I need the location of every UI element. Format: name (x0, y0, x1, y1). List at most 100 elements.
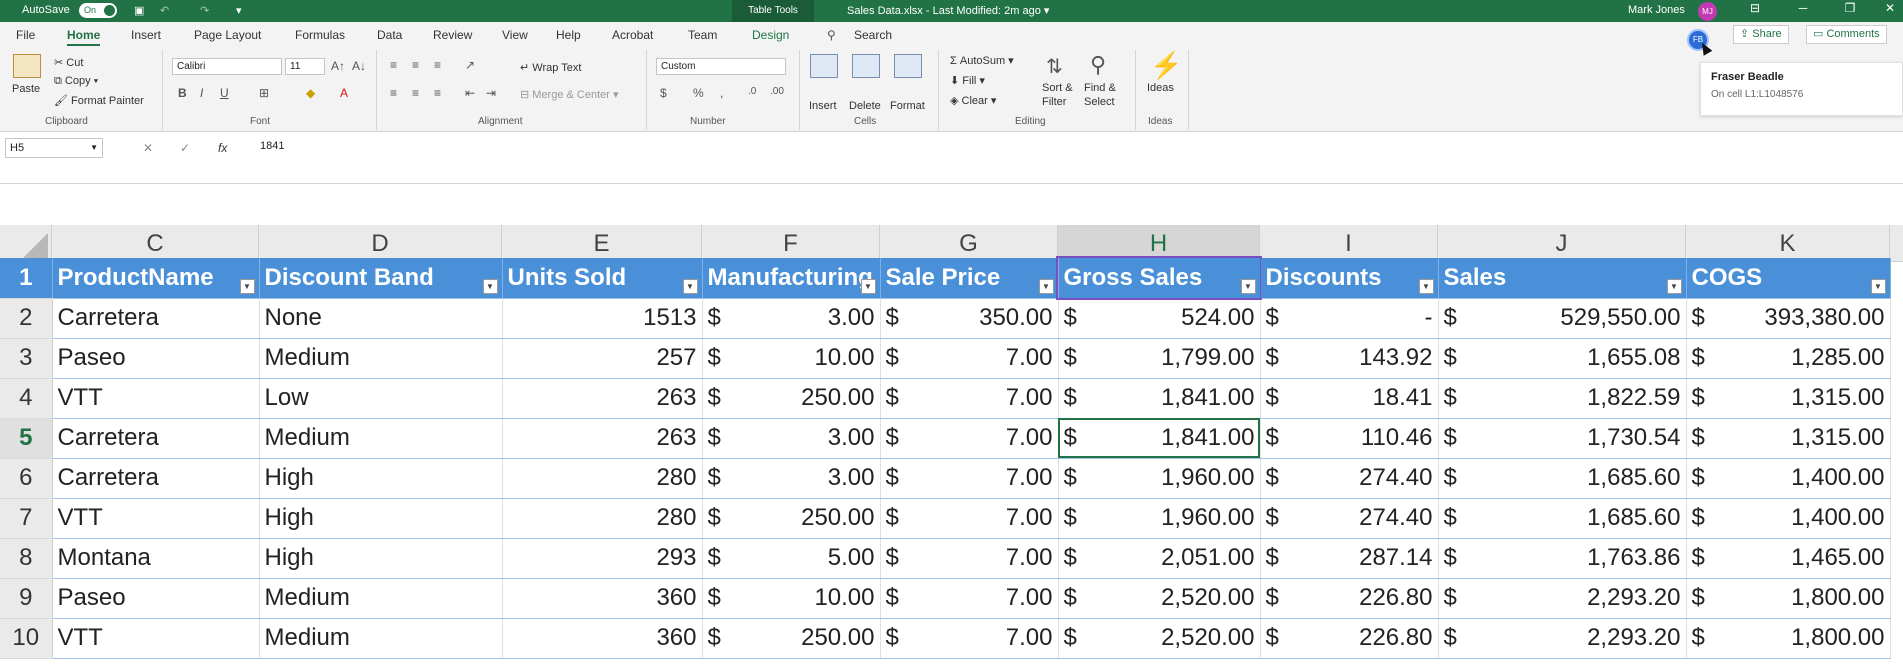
header-cell[interactable]: Manufacturing ▼ (702, 258, 881, 299)
enter-icon[interactable]: ✓ (180, 141, 190, 155)
wrap-text-button[interactable]: ↵ Wrap Text (520, 61, 581, 74)
table-cell[interactable]: $ - (1260, 298, 1439, 339)
row-number[interactable]: 2 (0, 298, 53, 339)
table-cell[interactable]: $3.00 (702, 418, 881, 459)
row-number[interactable]: 9 (0, 578, 53, 619)
minimize-icon[interactable]: ─ (1788, 1, 1818, 15)
table-cell[interactable]: $1,400.00 (1686, 458, 1891, 499)
header-cell[interactable]: Discounts ▼ (1260, 258, 1439, 299)
table-cell[interactable]: Paseo (52, 338, 260, 379)
column-header-h[interactable]: H (1058, 225, 1260, 262)
search-icon[interactable]: ⚲ (827, 28, 836, 42)
increase-indent-icon[interactable]: ⇥ (486, 86, 496, 100)
select-all-button[interactable] (0, 225, 52, 262)
autosum-button[interactable]: Σ AutoSum ▾ (950, 54, 1014, 67)
decrease-decimal-icon[interactable]: .00 (770, 86, 784, 97)
file-title[interactable]: Sales Data.xlsx - Last Modified: 2m ago … (847, 4, 1049, 17)
table-cell[interactable]: $287.14 (1260, 538, 1439, 579)
tab-data[interactable]: Data (377, 28, 402, 42)
number-format-dropdown[interactable]: Custom (656, 58, 786, 75)
table-cell[interactable]: $1,465.00 (1686, 538, 1891, 579)
format-cells-icon[interactable] (894, 54, 922, 78)
user-name[interactable]: Mark Jones (1628, 4, 1685, 16)
tab-help[interactable]: Help (556, 28, 581, 42)
table-cell[interactable]: $1,655.08 (1438, 338, 1687, 379)
header-cell[interactable]: Units Sold ▼ (502, 258, 703, 299)
table-cell[interactable]: High (259, 538, 503, 579)
table-cell[interactable]: $2,520.00 (1058, 618, 1261, 659)
table-cell[interactable]: $250.00 (702, 498, 881, 539)
tab-page-layout[interactable]: Page Layout (194, 28, 261, 42)
table-cell[interactable]: $7.00 (880, 498, 1059, 539)
tab-formulas[interactable]: Formulas (295, 28, 345, 42)
delete-cells-button[interactable]: Delete (849, 100, 881, 112)
font-size-dropdown[interactable]: 11 (285, 58, 325, 75)
table-cell[interactable]: $110.46 (1260, 418, 1439, 459)
filter-dropdown-icon[interactable]: ▼ (239, 278, 255, 294)
ideas-button[interactable]: Ideas (1147, 82, 1174, 94)
table-cell[interactable]: $1,685.60 (1438, 498, 1687, 539)
table-cell[interactable]: High (259, 458, 503, 499)
user-avatar[interactable]: MJ (1698, 2, 1717, 21)
share-button[interactable]: ⇪ Share (1733, 25, 1789, 44)
formula-input[interactable]: 1841 (260, 140, 284, 152)
format-painter-button[interactable]: 🖌 Format Painter (54, 94, 144, 107)
tab-design[interactable]: Design (752, 28, 789, 42)
table-cell[interactable]: 263 (502, 378, 703, 419)
table-cell[interactable]: 293 (502, 538, 703, 579)
customize-qat-icon[interactable]: ▾ (236, 4, 242, 17)
table-cell[interactable]: Medium (259, 418, 503, 459)
table-cell[interactable]: High (259, 498, 503, 539)
row-number[interactable]: 5 (0, 418, 53, 459)
tab-file[interactable]: File (16, 28, 35, 42)
table-cell[interactable]: $143.92 (1260, 338, 1439, 379)
undo-icon[interactable]: ↶ (160, 4, 169, 17)
table-cell[interactable]: 1513 (502, 298, 703, 339)
percent-icon[interactable]: % (693, 86, 704, 100)
table-cell[interactable]: $7.00 (880, 618, 1059, 659)
column-header-d[interactable]: D (259, 225, 502, 262)
filter-dropdown-icon[interactable]: ▼ (1240, 278, 1256, 294)
tab-view[interactable]: View (502, 28, 528, 42)
sort-filter-button[interactable]: Sort & (1042, 82, 1073, 94)
table-cell[interactable]: $1,400.00 (1686, 498, 1891, 539)
filter-dropdown-icon[interactable]: ▼ (482, 278, 498, 294)
table-cell[interactable]: $1,285.00 (1686, 338, 1891, 379)
table-cell[interactable]: $1,822.59 (1438, 378, 1687, 419)
tab-home[interactable]: Home (67, 28, 101, 46)
table-cell[interactable]: $1,960.00 (1058, 498, 1261, 539)
table-cell[interactable]: 360 (502, 618, 703, 659)
table-cell[interactable]: $2,293.20 (1438, 578, 1687, 619)
table-cell[interactable]: 263 (502, 418, 703, 459)
column-header-k[interactable]: K (1686, 225, 1890, 262)
increase-decimal-icon[interactable]: .0 (748, 86, 756, 97)
table-cell[interactable]: $1,685.60 (1438, 458, 1687, 499)
row-number[interactable]: 8 (0, 538, 53, 579)
tab-team[interactable]: Team (688, 28, 717, 42)
ribbon-display-icon[interactable]: ⊟ (1740, 1, 1770, 15)
table-cell[interactable]: $10.00 (702, 338, 881, 379)
table-cell[interactable]: $1,763.86 (1438, 538, 1687, 579)
table-cell[interactable]: $7.00 (880, 538, 1059, 579)
table-cell[interactable]: $1,841.00 (1058, 418, 1261, 459)
table-cell[interactable]: Carretera (52, 418, 260, 459)
italic-icon[interactable]: I (200, 86, 203, 100)
align-left-icon[interactable]: ≡ (390, 86, 397, 100)
format-cells-button[interactable]: Format (890, 100, 925, 112)
filter-dropdown-icon[interactable]: ▼ (1666, 278, 1682, 294)
table-cell[interactable]: $524.00 (1058, 298, 1261, 339)
filter-dropdown-icon[interactable]: ▼ (1418, 278, 1434, 294)
paste-icon[interactable] (13, 54, 41, 78)
table-cell[interactable]: $1,730.54 (1438, 418, 1687, 459)
table-cell[interactable]: $18.41 (1260, 378, 1439, 419)
delete-cells-icon[interactable] (852, 54, 880, 78)
table-cell[interactable]: $7.00 (880, 378, 1059, 419)
comments-button[interactable]: ▭ Comments (1806, 25, 1887, 44)
cancel-icon[interactable]: ✕ (143, 141, 153, 155)
find-select-button-line2[interactable]: Select (1084, 96, 1115, 108)
increase-font-icon[interactable]: A↑ (331, 59, 345, 73)
table-cell[interactable]: $393,380.00 (1686, 298, 1891, 339)
tab-insert[interactable]: Insert (131, 28, 161, 42)
insert-function-icon[interactable]: fx (218, 141, 227, 155)
row-number[interactable]: 4 (0, 378, 53, 419)
